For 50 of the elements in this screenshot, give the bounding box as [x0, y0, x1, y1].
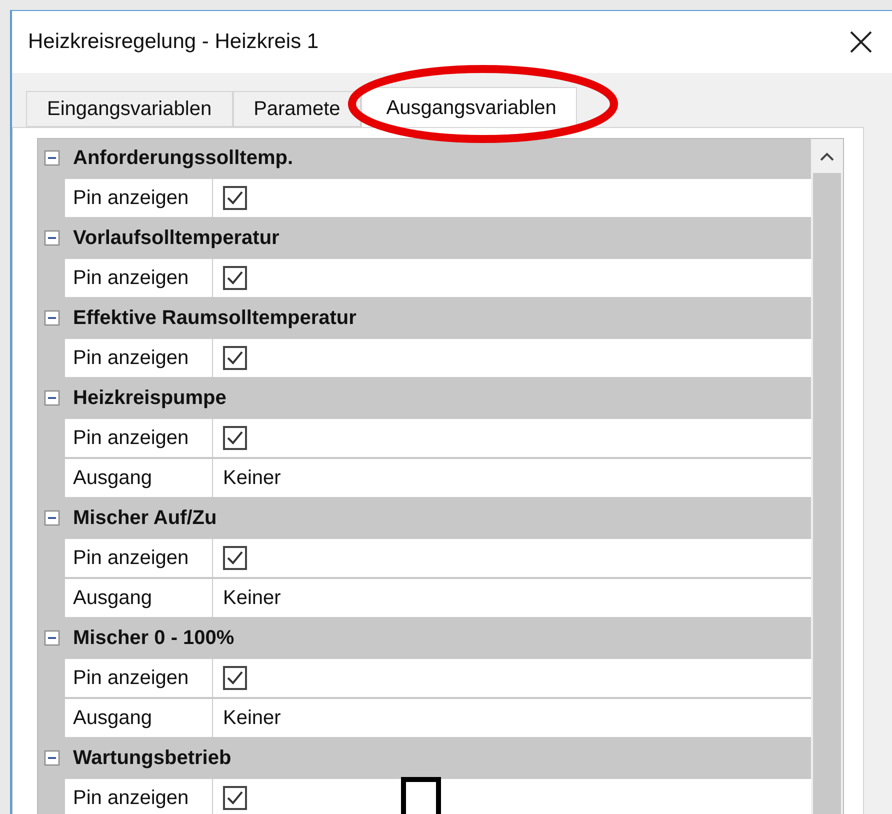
property-value: Keiner: [223, 706, 281, 731]
checkbox[interactable]: [223, 546, 247, 570]
tab[interactable]: Paramete: [232, 91, 362, 127]
checkbox[interactable]: [223, 266, 247, 290]
property-label: Pin anzeigen: [65, 339, 213, 377]
scrollbar-thumb[interactable]: [813, 173, 841, 814]
property-label: Pin anzeigen: [65, 179, 213, 217]
collapse-icon[interactable]: [44, 310, 60, 326]
checkbox[interactable]: [223, 666, 247, 690]
group-title: Vorlaufsolltemperatur: [73, 226, 280, 251]
property-label: Ausgang: [65, 699, 213, 737]
checkmark-icon: [226, 430, 244, 446]
property-label: Ausgang: [65, 459, 213, 497]
group-title: Heizkreispumpe: [73, 386, 226, 411]
window-title: Heizkreisregelung - Heizkreis 1: [28, 29, 319, 56]
collapse-icon[interactable]: [44, 390, 60, 406]
checkmark-icon: [226, 350, 244, 366]
property-label: Pin anzeigen: [65, 779, 213, 814]
property-label: Pin anzeigen: [65, 659, 213, 697]
tab[interactable]: Ausgangsvariablen: [361, 87, 578, 127]
tab[interactable]: Eingangsvariablen: [26, 91, 233, 127]
scroll-up-icon[interactable]: [819, 151, 835, 163]
collapse-icon[interactable]: [44, 750, 60, 766]
checkmark-icon: [226, 190, 244, 206]
property-value: Keiner: [223, 586, 281, 611]
checkbox[interactable]: [223, 786, 247, 810]
group-title: Effektive Raumsolltemperatur: [73, 306, 356, 331]
property-label: Pin anzeigen: [65, 419, 213, 457]
collapse-icon[interactable]: [44, 150, 60, 166]
property-label: Ausgang: [65, 579, 213, 617]
checkbox[interactable]: [223, 186, 247, 210]
checkmark-icon: [226, 270, 244, 286]
property-label: Pin anzeigen: [65, 259, 213, 297]
checkbox[interactable]: [223, 426, 247, 450]
close-icon[interactable]: [848, 29, 874, 55]
checkbox[interactable]: [223, 346, 247, 370]
group-title: Anforderungssolltemp.: [73, 146, 294, 171]
group-title: Mischer 0 - 100%: [73, 626, 234, 651]
group-title: Mischer Auf/Zu: [73, 506, 217, 531]
collapse-icon[interactable]: [44, 510, 60, 526]
collapse-icon[interactable]: [44, 230, 60, 246]
scrollbar[interactable]: [811, 139, 843, 814]
cursor-square: [401, 777, 441, 814]
property-label: Pin anzeigen: [65, 539, 213, 577]
checkmark-icon: [226, 670, 244, 686]
group-title: Wartungsbetrieb: [73, 746, 232, 771]
checkmark-icon: [226, 790, 244, 806]
collapse-icon[interactable]: [44, 630, 60, 646]
property-value: Keiner: [223, 466, 281, 491]
checkmark-icon: [226, 550, 244, 566]
